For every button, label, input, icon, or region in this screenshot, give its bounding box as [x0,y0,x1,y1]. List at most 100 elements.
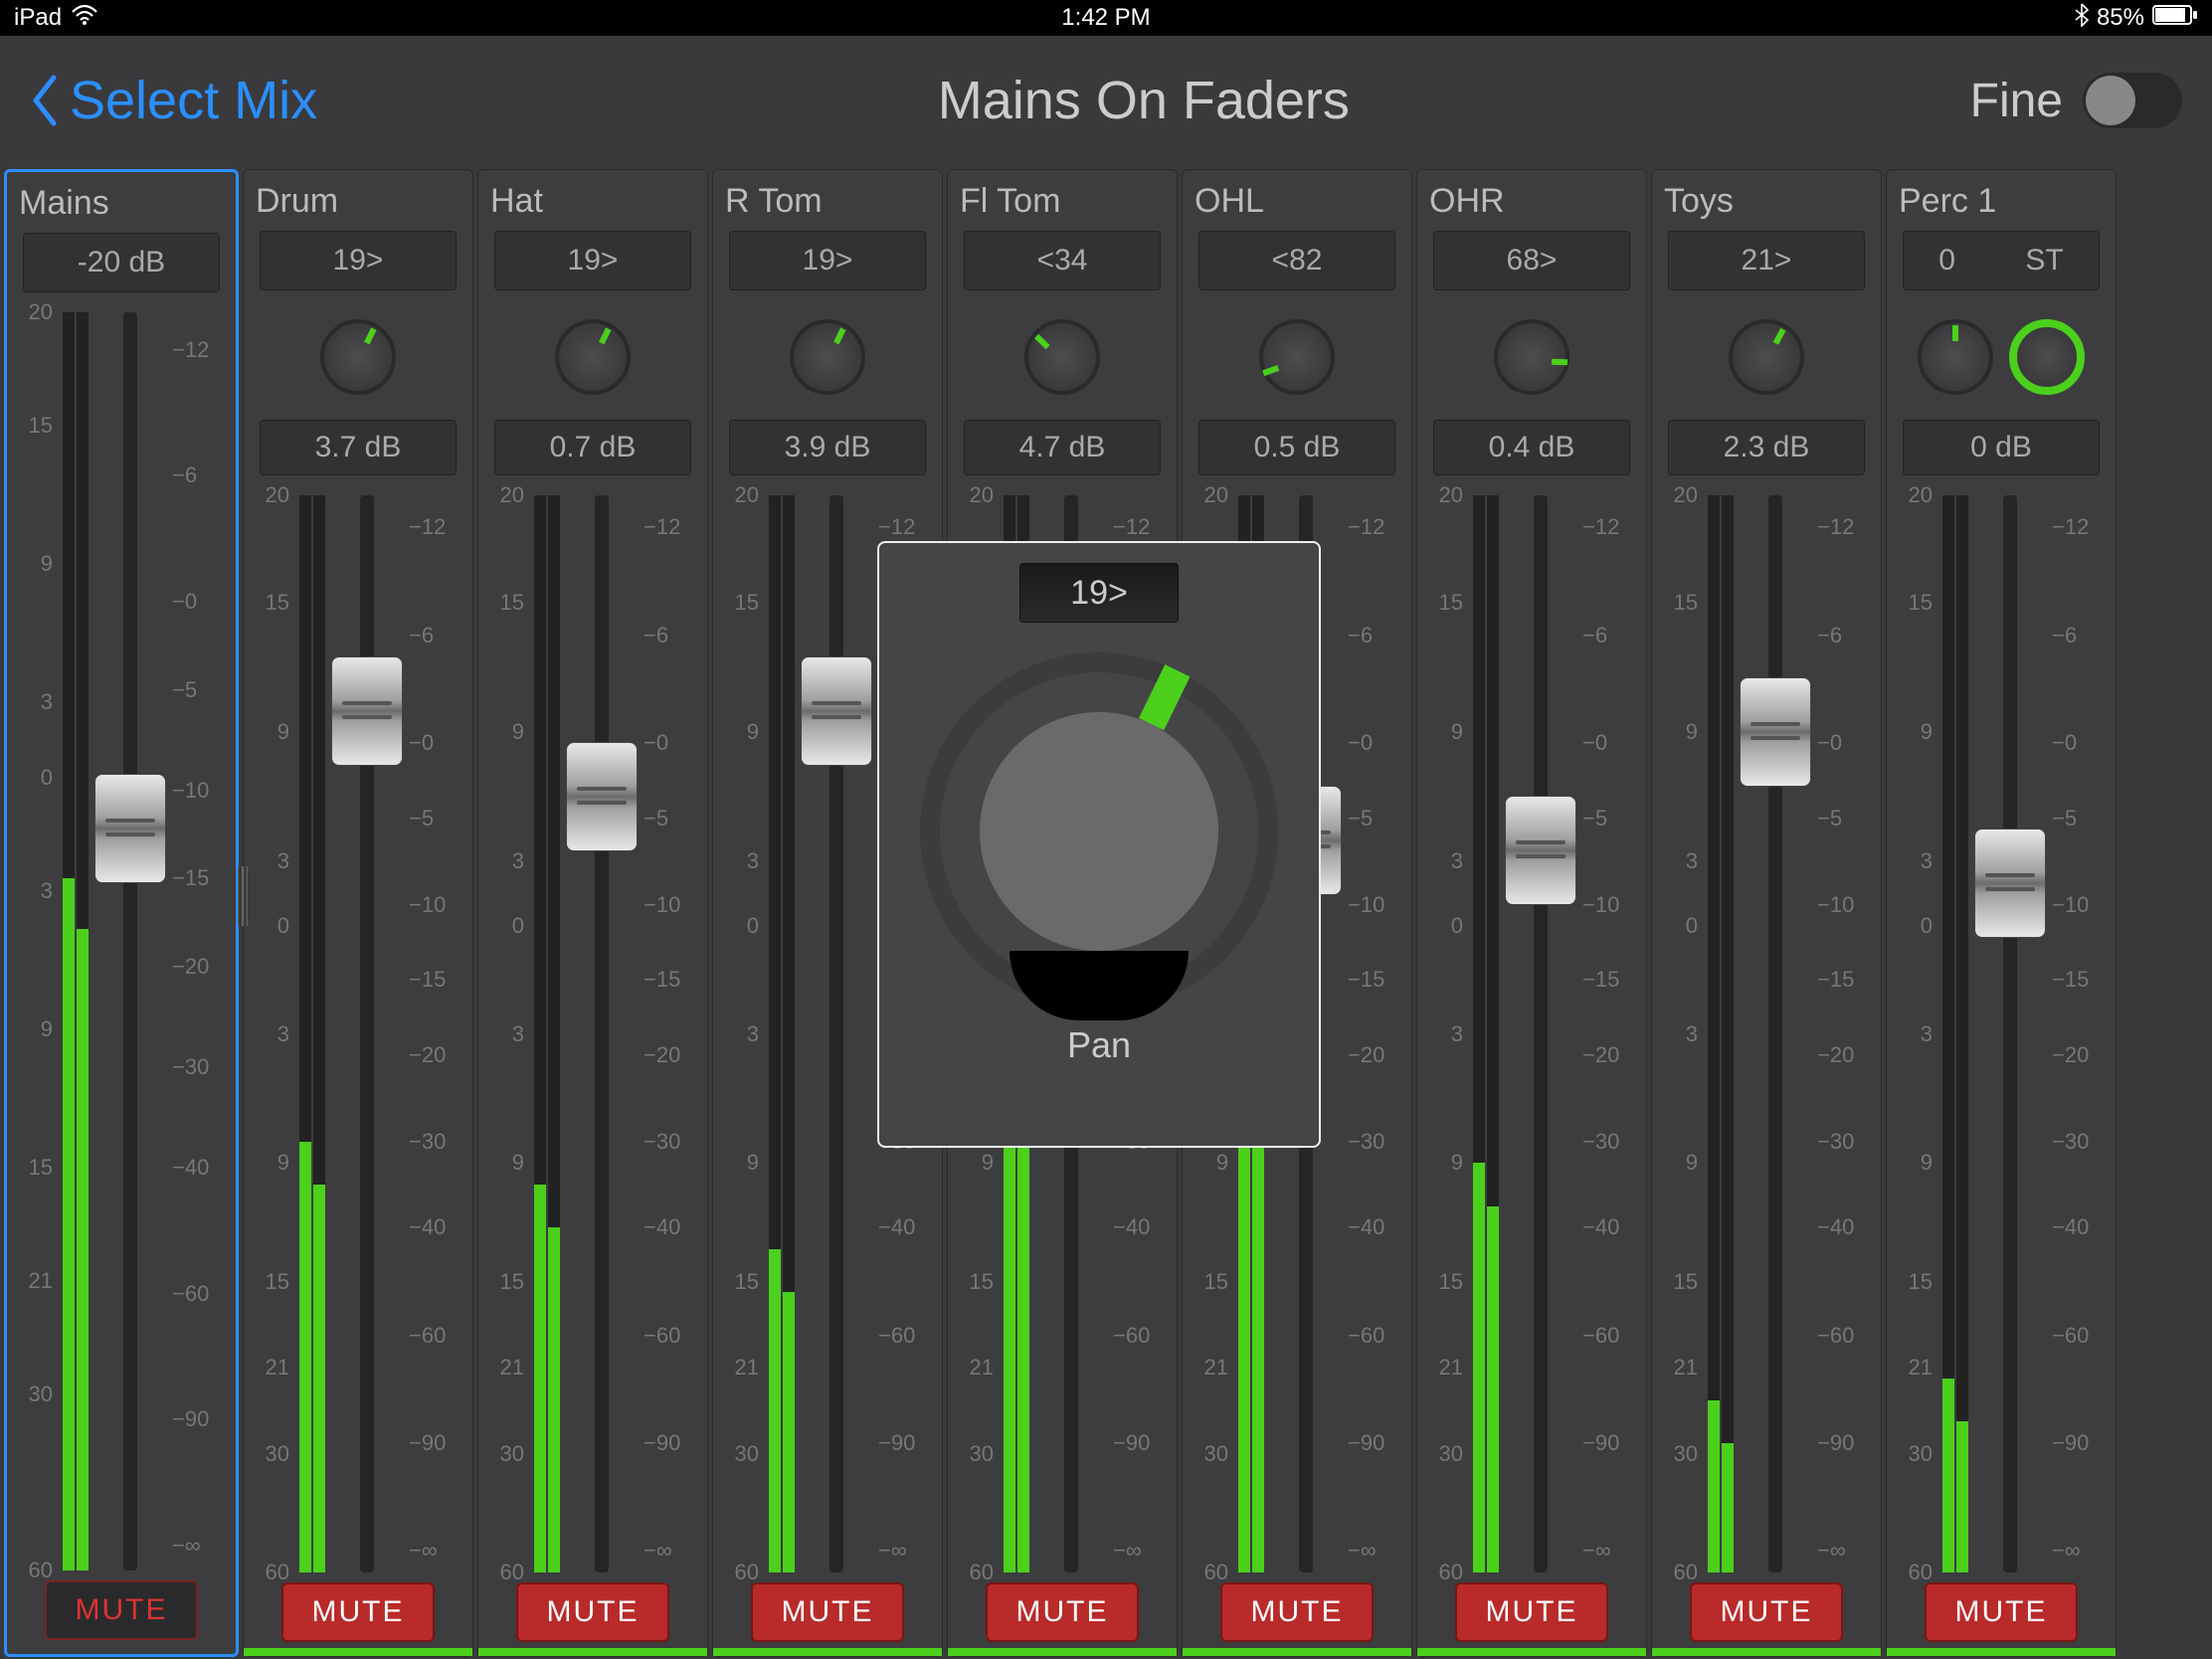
pan-readout[interactable]: 68> [1433,231,1630,290]
ch-scale-tick: 60 [1674,1560,1698,1585]
channel-name[interactable]: OHL [1191,182,1403,231]
back-button[interactable]: Select Mix [30,70,317,131]
ch-scale-tick: 3 [1921,848,1933,874]
ch-scale-tick: 3 [747,848,759,874]
fader[interactable] [1740,495,1811,1572]
ch-scale-r-tick: −6 [644,623,668,648]
ch-scale-tick: 21 [266,1355,289,1381]
channel-name[interactable]: OHR [1425,182,1638,231]
mute-button[interactable]: MUTE [751,1582,904,1642]
pan-popup-value[interactable]: 19> [1019,563,1179,623]
gain-readout[interactable]: 0.4 dB [1433,420,1630,475]
ch-scale-tick: 9 [982,1150,994,1176]
ch-scale-tick: 9 [277,719,289,745]
ch-scale-r-tick: −30 [1582,1129,1619,1155]
ch-scale-tick: 20 [500,482,524,508]
app-header: Select Mix Mains On Faders Fine [0,36,2212,165]
ch-scale-r-tick: −0 [1348,730,1373,756]
fine-toggle[interactable] [2083,73,2182,128]
ch-scale-r-tick: −90 [1348,1430,1384,1456]
ch-scale-r-tick: −40 [1348,1214,1384,1240]
pan-knob[interactable] [790,319,865,395]
ch-scale-tick: 9 [1686,719,1698,745]
ch-scale-r-tick: −0 [1817,730,1842,756]
ch-scale-r-tick: −15 [2052,967,2089,993]
pan-knob[interactable] [1024,319,1100,395]
ch-scale-r-tick: −6 [1348,623,1373,648]
gain-readout[interactable]: 0.5 dB [1198,420,1395,475]
ch-scale-tick: 30 [970,1441,994,1467]
ch-scale-tick: 9 [1921,719,1933,745]
channel-name[interactable]: R Tom [721,182,934,231]
channel-strip: Toys 21> 2.3 dB 20159303915213060 −12−6−… [1651,169,1882,1657]
ch-scale-tick: 15 [1909,1269,1933,1295]
pan-knob-large[interactable] [920,652,1278,1011]
fader[interactable] [801,495,872,1572]
mains-trim-readout[interactable]: -20 dB [23,233,220,292]
fader[interactable] [94,312,166,1570]
gain-readout[interactable]: 0 dB [1903,420,2100,475]
fader[interactable] [1505,495,1576,1572]
channel-name[interactable]: Hat [486,182,699,231]
ch-scale-tick: 9 [1451,1150,1463,1176]
ch-scale-r-tick: −0 [409,730,434,756]
pan-knob[interactable] [1918,319,1993,395]
fader[interactable] [1974,495,2046,1572]
ch-scale-r-tick: −90 [1582,1430,1619,1456]
pan-readout[interactable]: <34 [964,231,1161,290]
channel-name[interactable]: Fl Tom [956,182,1169,231]
channel-name[interactable]: Perc 1 [1895,182,2108,231]
channel-name[interactable]: Drum [252,182,464,231]
ch-scale-r-tick: −30 [409,1129,446,1155]
gain-readout[interactable]: 4.7 dB [964,420,1161,475]
bank-divider-handle[interactable] [238,866,248,926]
pan-readout[interactable]: 19> [729,231,926,290]
mains-scale-r-tick: −15 [172,865,209,891]
pan-knob[interactable] [1494,319,1569,395]
ch-scale-r-tick: −60 [1817,1323,1854,1349]
gain-readout[interactable]: 2.3 dB [1668,420,1865,475]
gain-readout[interactable]: 3.7 dB [260,420,457,475]
ch-scale-r-tick: −0 [2052,730,2077,756]
ch-scale-r-tick: −10 [2052,892,2089,918]
mute-button[interactable]: MUTE [516,1582,669,1642]
status-battery-pct: 85% [2097,4,2144,32]
pan-knob[interactable] [320,319,396,395]
fader[interactable] [566,495,638,1572]
ch-scale-tick: 15 [500,1269,524,1295]
mute-button[interactable]: MUTE [1455,1582,1608,1642]
ch-scale-r-tick: −20 [1582,1042,1619,1068]
mute-button[interactable]: MUTE [45,1580,198,1640]
channel-name[interactable]: Toys [1660,182,1873,231]
mains-scale-tick: 3 [41,878,53,904]
mute-button[interactable]: MUTE [1690,1582,1843,1642]
mute-button[interactable]: MUTE [1925,1582,2078,1642]
pan-readout[interactable]: 21> [1668,231,1865,290]
pan-readout[interactable]: 0ST [1903,231,2100,290]
pan-knob[interactable] [1259,319,1335,395]
ch-scale-tick: 30 [1439,1441,1463,1467]
ch-scale-tick: 60 [735,1560,759,1585]
pan-knob[interactable] [555,319,631,395]
ch-scale-tick: 21 [1204,1355,1228,1381]
ch-scale-tick: 15 [266,590,289,616]
fader[interactable] [331,495,403,1572]
ch-scale-r-tick: −6 [2052,623,2077,648]
mute-button[interactable]: MUTE [281,1582,435,1642]
mute-button[interactable]: MUTE [986,1582,1139,1642]
gain-readout[interactable]: 3.9 dB [729,420,926,475]
level-meter [526,495,566,1572]
mute-button[interactable]: MUTE [1220,1582,1374,1642]
gain-readout[interactable]: 0.7 dB [494,420,691,475]
channel-strip: Hat 19> 0.7 dB 20159303915213060 −12−6−0… [477,169,708,1657]
pan-knob[interactable] [1729,319,1804,395]
ch-scale-r-tick: −40 [644,1214,680,1240]
width-knob[interactable] [2009,319,2085,395]
pan-readout[interactable]: <82 [1198,231,1395,290]
pan-readout[interactable]: 19> [260,231,457,290]
mains-scale-r-tick: −40 [172,1155,209,1181]
bluetooth-icon [2075,3,2089,34]
ch-scale-tick: 15 [735,590,759,616]
pan-readout[interactable]: 19> [494,231,691,290]
ch-scale-tick: 0 [1451,913,1463,939]
